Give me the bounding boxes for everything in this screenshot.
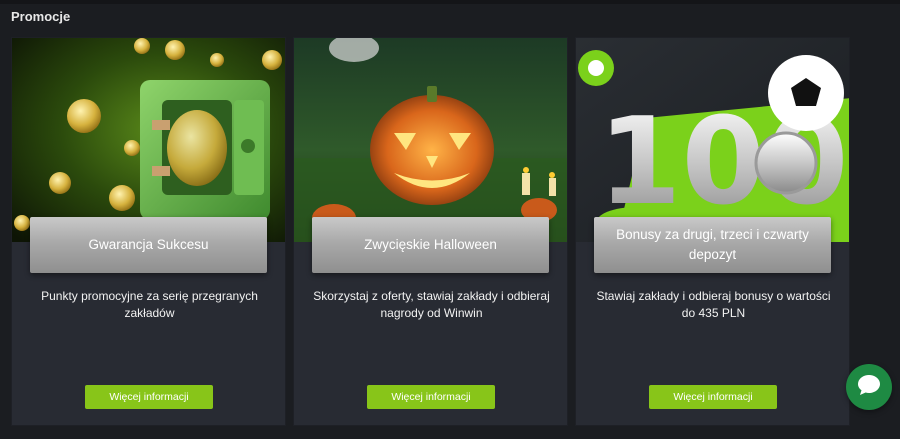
promo-description: Skorzystaj z oferty, stawiaj zakłady i o… — [313, 289, 550, 320]
section-title: Promocje — [11, 9, 71, 24]
promo-card-halloween[interactable]: Zwycięskie Halloween Skorzystaj z oferty… — [293, 37, 568, 426]
promo-title: Bonusy za drugi, trzeci i czwarty depozy… — [594, 217, 831, 273]
more-info-button[interactable]: Więcej informacji — [649, 385, 777, 409]
more-info-button[interactable]: Więcej informacji — [367, 385, 495, 409]
promo-title: Zwycięskie Halloween — [312, 217, 549, 273]
chat-bubble-icon — [857, 374, 881, 401]
promo-card-gwarancja[interactable]: Gwarancja Sukcesu Punkty promocyjne za s… — [11, 37, 286, 426]
more-info-button[interactable]: Więcej informacji — [85, 385, 213, 409]
promo-description: Stawiaj zakłady i odbieraj bonusy o wart… — [596, 289, 831, 320]
promo-banner-pumpkin — [294, 38, 567, 242]
promo-description: Punkty promocyjne za serię przegranych z… — [41, 289, 258, 320]
promo-banner-100-ball: 100 — [576, 38, 849, 242]
promo-cards: Gwarancja Sukcesu Punkty promocyjne za s… — [11, 37, 850, 426]
chat-button[interactable] — [846, 364, 892, 410]
promo-banner-safe-coins — [12, 38, 285, 242]
promo-title: Gwarancja Sukcesu — [30, 217, 267, 273]
top-bar — [0, 0, 900, 4]
promo-card-deposit-bonus[interactable]: 100 Bonusy za drugi, trzeci i czwarty de… — [575, 37, 850, 426]
